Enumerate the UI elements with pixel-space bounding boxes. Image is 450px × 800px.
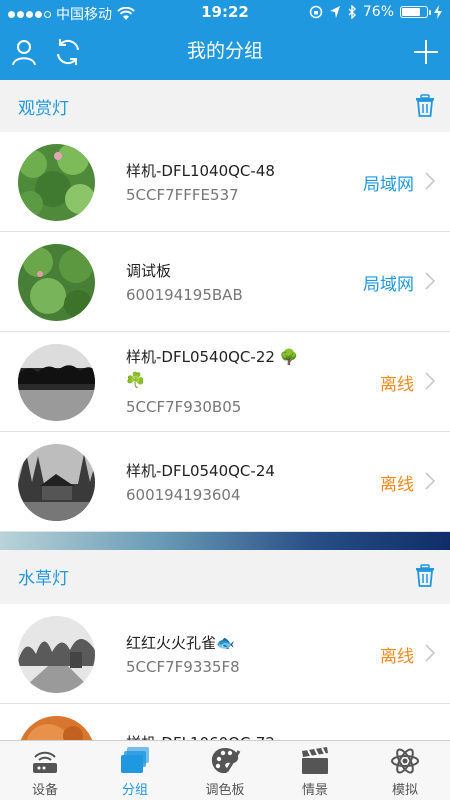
page-title: 我的分组	[186, 40, 263, 62]
location-icon	[329, 6, 340, 18]
device-mac: 5CCF7F930B05	[126, 398, 242, 416]
device-avatar	[18, 616, 95, 693]
device-avatar	[18, 244, 95, 321]
device-row[interactable]: 样机-DFL0540QC-22 🌳 ☘️ 5CCF7F930B05 离线	[0, 332, 450, 432]
trash-icon[interactable]	[414, 94, 436, 118]
tab-label: 分组	[121, 783, 148, 798]
device-name: 调试板	[126, 262, 172, 280]
device-row[interactable]: 调试板 600194195BAB 局域网	[0, 232, 450, 332]
palette-icon	[211, 748, 241, 774]
device-row[interactable]: 样机-DFL0540QC-24 600194193604 离线	[0, 432, 450, 532]
tab-palette[interactable]: 调色板	[180, 741, 270, 800]
section-divider	[0, 532, 450, 550]
device-status: 离线	[380, 475, 414, 495]
device-mac: 5CCF7FFFE537	[126, 186, 239, 204]
device-status: 离线	[380, 375, 414, 395]
device-name: 样机-DFL0540QC-22 🌳	[126, 348, 299, 366]
device-avatar	[18, 444, 95, 521]
device-row[interactable]: 红红火火孔雀🐟 5CCF7F9335F8 离线	[0, 604, 450, 704]
group-header: 水草灯	[0, 550, 450, 602]
tab-devices[interactable]: 设备	[0, 741, 90, 800]
top-bar: 中国移动 19:22 76% 我的分组	[0, 0, 450, 80]
device-mac: 600194195BAB	[126, 286, 243, 304]
clapperboard-icon	[302, 747, 328, 774]
device-mac: 5CCF7F9335F8	[126, 658, 240, 676]
battery-percent: 76%	[362, 4, 394, 20]
nav-bar: 我的分组	[0, 24, 450, 80]
tab-label: 情景	[301, 783, 328, 798]
device-name: 样机-DFL0540QC-24	[126, 462, 275, 480]
device-status: 离线	[380, 647, 414, 667]
chevron-right-icon	[425, 644, 436, 662]
tab-bar: 设备 分组 调色板 情景 模拟	[0, 740, 450, 800]
group-name[interactable]: 观赏灯	[18, 94, 69, 119]
trash-icon[interactable]	[414, 564, 436, 588]
chevron-right-icon	[425, 472, 436, 490]
tab-label: 设备	[31, 783, 58, 798]
device-row[interactable]: 样机-DFL1040QC-48 5CCF7FFFE537 局域网	[0, 132, 450, 232]
device-name-line2: ☘️	[126, 371, 145, 389]
device-name: 红红火火孔雀🐟	[126, 634, 235, 652]
atom-icon	[391, 748, 419, 774]
orientation-lock-icon	[309, 5, 323, 19]
group-icon	[121, 747, 149, 773]
device-status: 局域网	[363, 275, 414, 295]
bluetooth-icon	[348, 5, 356, 19]
device-name: 样机-DFL1040QC-48	[126, 162, 275, 180]
tab-label: 调色板	[205, 783, 245, 798]
tab-label: 模拟	[391, 783, 418, 798]
tab-scenes[interactable]: 情景	[270, 741, 360, 800]
chevron-right-icon	[425, 372, 436, 390]
tab-simulate[interactable]: 模拟	[360, 741, 450, 800]
charging-icon	[434, 5, 442, 19]
battery-icon	[400, 6, 431, 18]
device-status: 局域网	[363, 175, 414, 195]
router-icon	[33, 751, 57, 773]
device-mac: 600194193604	[126, 486, 241, 504]
status-bar: 中国移动 19:22 76%	[0, 0, 450, 24]
device-avatar	[18, 144, 95, 221]
chevron-right-icon	[425, 272, 436, 290]
add-icon[interactable]	[410, 36, 442, 68]
tab-groups[interactable]: 分组	[90, 741, 180, 800]
group-name[interactable]: 水草灯	[18, 564, 69, 589]
group-header: 观赏灯	[0, 80, 450, 132]
chevron-right-icon	[425, 172, 436, 190]
device-avatar	[18, 344, 95, 421]
